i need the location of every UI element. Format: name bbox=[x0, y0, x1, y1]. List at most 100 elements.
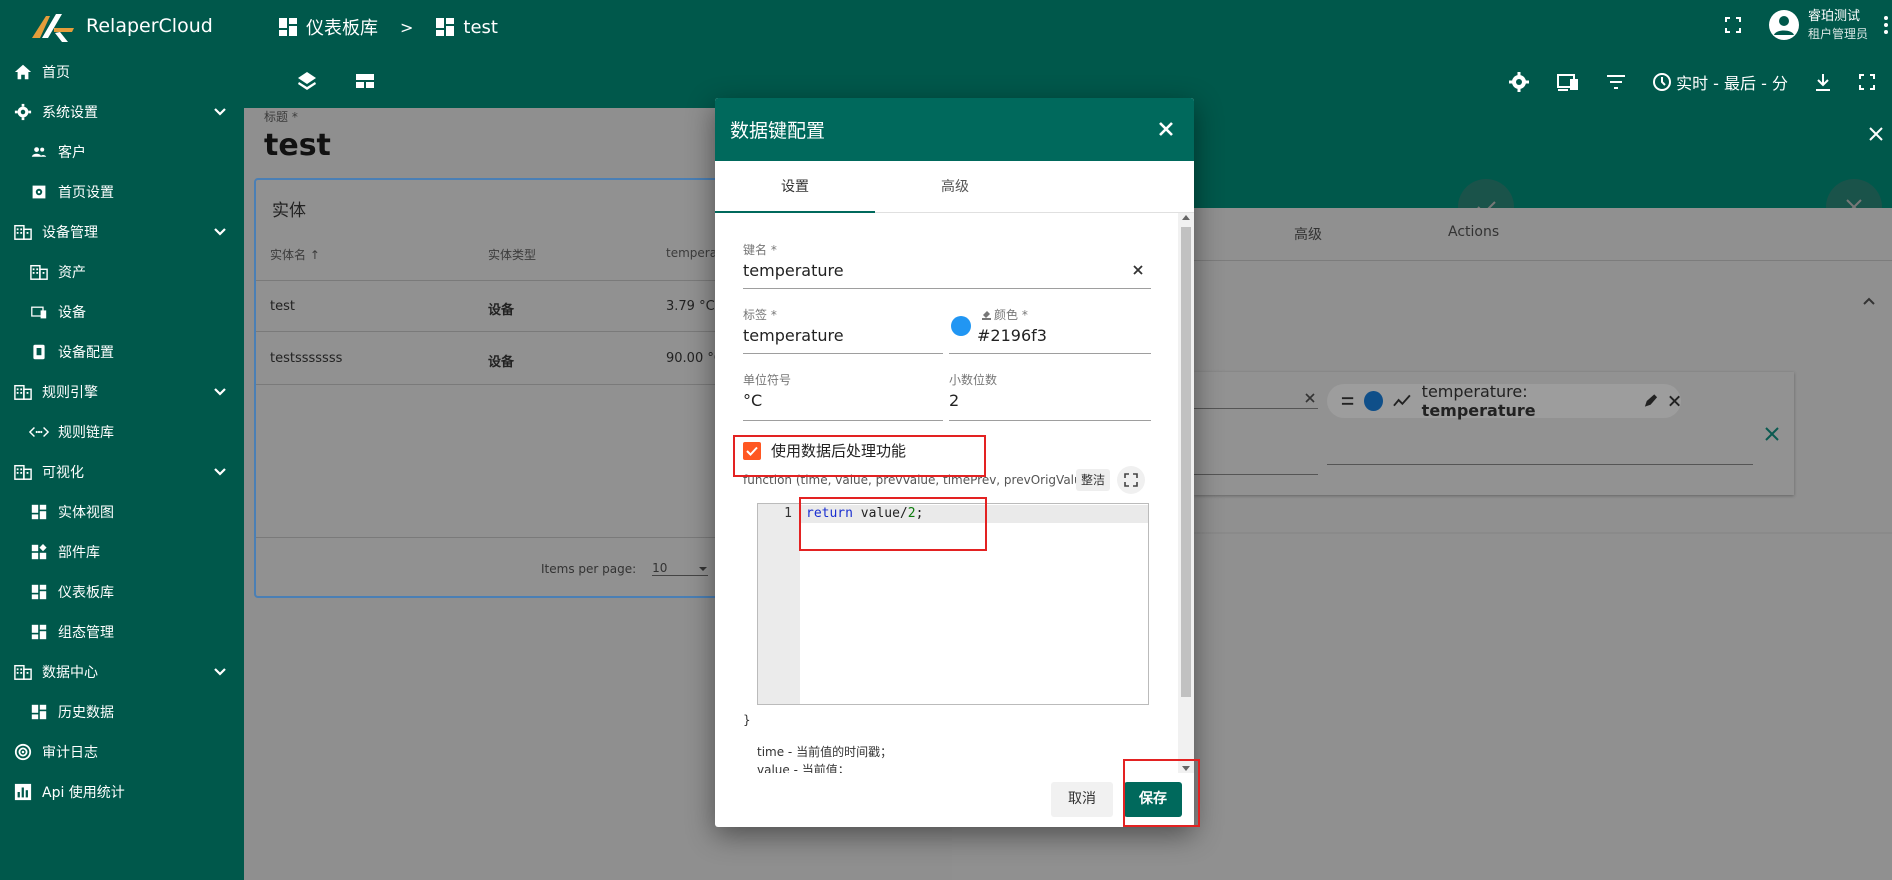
save-button[interactable]: 保存 bbox=[1124, 782, 1182, 817]
sidebar-item[interactable]: 数据中心 bbox=[0, 652, 244, 692]
chevron-down-icon[interactable] bbox=[212, 464, 228, 480]
sidebar-item-label: 历史数据 bbox=[58, 705, 114, 721]
cancel-button[interactable]: 取消 bbox=[1051, 782, 1113, 817]
dashboard-toolbar-left bbox=[296, 70, 376, 92]
column-header-entity-type[interactable]: 实体类型 bbox=[488, 246, 536, 263]
user-name: 睿珀测试 bbox=[1807, 9, 1860, 24]
sidebar-item-label: 部件库 bbox=[58, 545, 100, 561]
column-header-entity-name[interactable]: 实体名 ↑ bbox=[270, 246, 320, 263]
sidebar-item[interactable]: 规则引擎 bbox=[0, 372, 244, 412]
sidebar-item-label: 设备管理 bbox=[42, 225, 98, 241]
postprocess-checkbox[interactable] bbox=[743, 441, 761, 460]
breadcrumb-separator: > bbox=[400, 17, 414, 37]
scroll-up-icon[interactable] bbox=[1182, 215, 1190, 220]
key-name-label: 键名 * bbox=[743, 243, 777, 257]
sidebar-item-label: 资产 bbox=[58, 265, 86, 281]
dashboard-icon bbox=[28, 621, 50, 643]
chevron-down-icon[interactable] bbox=[212, 664, 228, 680]
tab-advanced[interactable]: 高级 bbox=[875, 161, 1035, 212]
items-per-page-value: 10 bbox=[652, 561, 668, 575]
datasource-entity-field[interactable] bbox=[1194, 393, 1318, 409]
chevron-down-icon[interactable] bbox=[212, 384, 228, 400]
gear-icon[interactable] bbox=[1508, 71, 1530, 93]
dashboard-icon bbox=[28, 581, 50, 603]
sidebar-item[interactable]: 设备配置 bbox=[0, 332, 244, 372]
clock-icon bbox=[1653, 73, 1672, 91]
key-name-field[interactable]: 键名 * temperature bbox=[743, 241, 1151, 289]
fullscreen-icon[interactable] bbox=[1858, 73, 1876, 91]
avatar[interactable] bbox=[1768, 9, 1800, 41]
chevron-up-icon[interactable] bbox=[1862, 296, 1876, 306]
dialog-close-button[interactable] bbox=[1152, 115, 1180, 143]
datakey-chip[interactable]: temperature: temperature bbox=[1327, 382, 1681, 420]
sidebar-item[interactable]: Api 使用统计 bbox=[0, 772, 244, 812]
sidebar-item[interactable]: 客户 bbox=[0, 132, 244, 172]
dialog-title: 数据键配置 bbox=[730, 120, 826, 142]
label-field[interactable]: 标签 * temperature bbox=[743, 306, 943, 354]
decimals-field[interactable]: 小数位数 2 bbox=[949, 371, 1151, 421]
sidebar-item[interactable]: 设备 bbox=[0, 292, 244, 332]
items-per-page-select[interactable]: 10 bbox=[652, 561, 709, 576]
sidebar-item[interactable]: 规则链库 bbox=[0, 412, 244, 452]
editor-fullscreen-button[interactable] bbox=[1117, 466, 1145, 494]
dialog-tabs: 设置 高级 bbox=[715, 161, 1194, 213]
close-icon[interactable] bbox=[1668, 394, 1681, 408]
sidebar-item[interactable]: 部件库 bbox=[0, 532, 244, 572]
layers-icon[interactable] bbox=[296, 70, 318, 92]
filter-icon[interactable] bbox=[1606, 73, 1626, 91]
postprocess-checkbox-row[interactable]: 使用数据后处理功能 bbox=[743, 440, 906, 461]
sidebar-item[interactable]: 仪表板库 bbox=[0, 572, 244, 612]
table-row[interactable]: testsssssss 设备 90.00 °C bbox=[256, 333, 772, 385]
sidebar-item[interactable]: 组态管理 bbox=[0, 612, 244, 652]
line-number: 1 bbox=[784, 506, 792, 521]
building-icon bbox=[12, 461, 34, 483]
datasource-filter-field[interactable] bbox=[1194, 474, 1318, 475]
sidebar-nav: 首页 系统设置 客户 首页设置设备管理资产设备 设备配置规则引擎规则链库 可视化 实体视图部… bbox=[0, 52, 244, 812]
fullscreen-icon[interactable] bbox=[1724, 16, 1742, 34]
dashboard-icon bbox=[28, 501, 50, 523]
devices-icon[interactable] bbox=[1556, 72, 1580, 92]
entities-widget[interactable]: 实体 实体名 ↑ 实体类型 temperature test 设备 3.79 °… bbox=[254, 178, 774, 598]
chevron-down-icon[interactable] bbox=[212, 224, 228, 240]
clear-icon[interactable] bbox=[1131, 263, 1145, 277]
dashboard-title[interactable]: test bbox=[264, 128, 331, 163]
tidy-button[interactable]: 整洁 bbox=[1076, 469, 1110, 491]
clear-icon[interactable] bbox=[1304, 392, 1316, 404]
sidebar-item[interactable]: 首页 bbox=[0, 52, 244, 92]
chevron-down-icon[interactable] bbox=[212, 104, 228, 120]
tab-settings[interactable]: 设置 bbox=[715, 161, 875, 213]
brand[interactable]: RelaperCloud bbox=[0, 0, 244, 52]
code-editor[interactable]: 1 return value/2; bbox=[757, 503, 1149, 705]
sidebar-item[interactable]: 系统设置 bbox=[0, 92, 244, 132]
breadcrumb-root[interactable]: 仪表板库 bbox=[306, 14, 378, 40]
more-vert-icon[interactable] bbox=[1882, 14, 1890, 36]
sidebar-item[interactable]: 资产 bbox=[0, 252, 244, 292]
unit-field[interactable]: 单位符号 °C bbox=[743, 371, 943, 421]
dialog-scrollbar[interactable] bbox=[1178, 213, 1194, 773]
tab-actions[interactable]: Actions bbox=[1448, 224, 1499, 240]
layout-icon[interactable] bbox=[354, 70, 376, 92]
add-key-field[interactable] bbox=[1327, 464, 1753, 465]
remove-datasource-icon[interactable] bbox=[1764, 426, 1780, 442]
code-line[interactable]: return value/2; bbox=[806, 506, 923, 521]
tab-advanced[interactable]: 高级 bbox=[1294, 224, 1322, 244]
sidebar-item[interactable]: 首页设置 bbox=[0, 172, 244, 212]
breadcrumb-current: test bbox=[463, 16, 498, 38]
edit-icon[interactable] bbox=[1643, 393, 1658, 409]
sidebar-item-label: 规则引擎 bbox=[42, 385, 98, 401]
scroll-down-icon[interactable] bbox=[1182, 766, 1190, 771]
close-icon[interactable] bbox=[1868, 126, 1884, 142]
download-icon[interactable] bbox=[1814, 72, 1832, 92]
timewindow-button[interactable]: 实时 - 最后 - 分 bbox=[1652, 70, 1788, 94]
drag-handle-icon[interactable] bbox=[1341, 396, 1354, 406]
sidebar-item[interactable]: 审计日志 bbox=[0, 732, 244, 772]
unit-value: °C bbox=[743, 391, 763, 410]
sidebar-item[interactable]: 实体视图 bbox=[0, 492, 244, 532]
sidebar-item[interactable]: 可视化 bbox=[0, 452, 244, 492]
sidebar-item[interactable]: 设备管理 bbox=[0, 212, 244, 252]
color-field[interactable]: 颜色 * #2196f3 bbox=[949, 306, 1151, 354]
sidebar-item[interactable]: 历史数据 bbox=[0, 692, 244, 732]
table-row[interactable]: test 设备 3.79 °C bbox=[256, 280, 772, 332]
scrollbar-thumb[interactable] bbox=[1181, 227, 1191, 697]
brand-logo-icon bbox=[32, 14, 74, 42]
